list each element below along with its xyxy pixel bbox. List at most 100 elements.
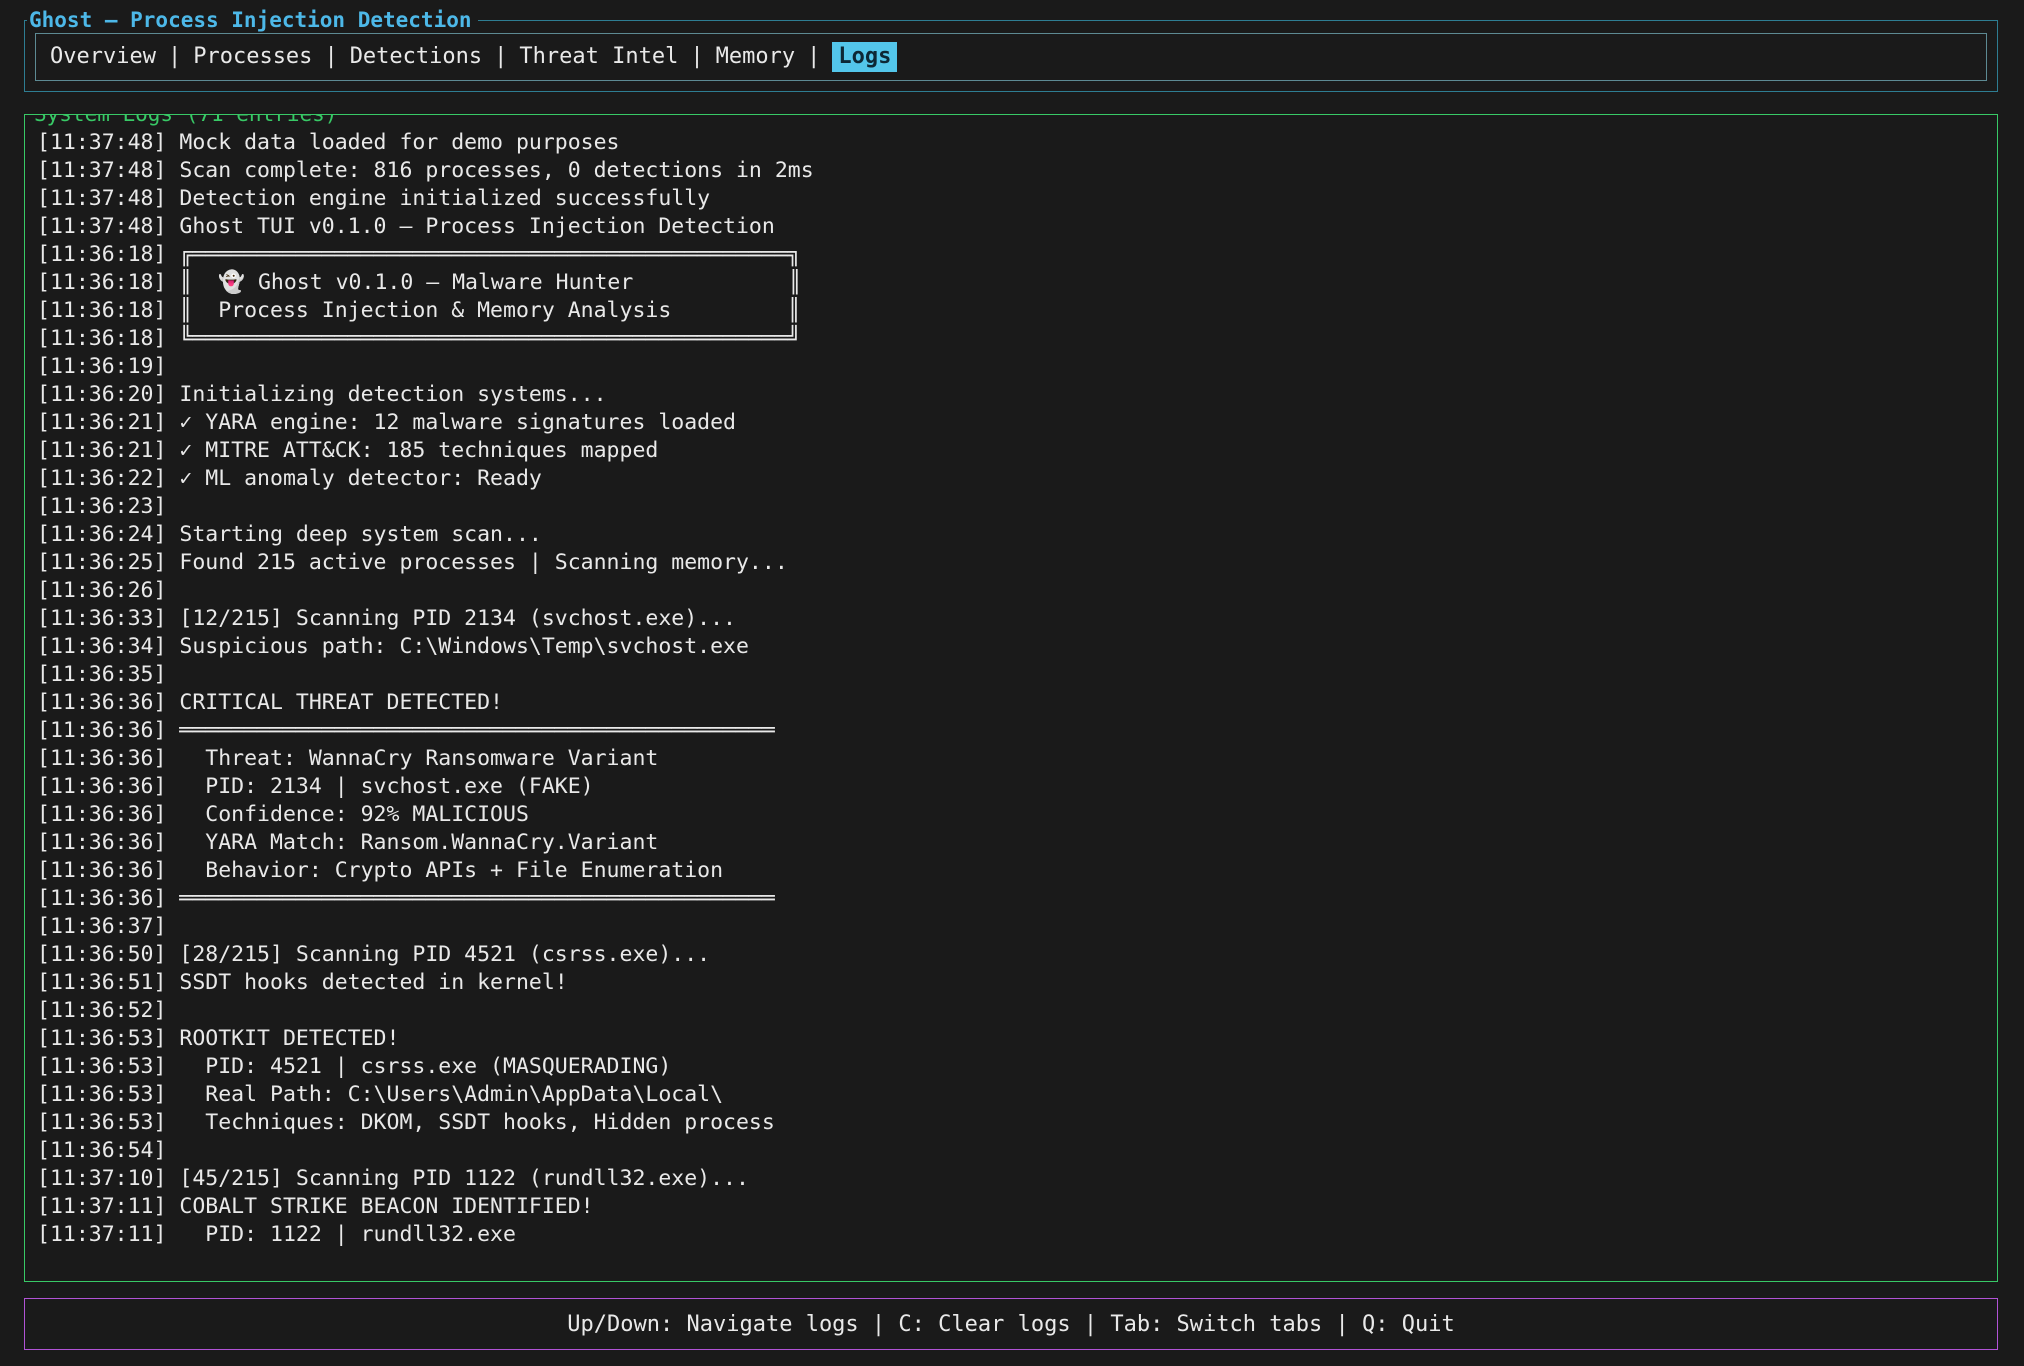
log-message: CRITICAL THREAT DETECTED!	[166, 690, 503, 715]
log-message: PID: 4521 | csrss.exe (MASQUERADING)	[166, 1054, 671, 1079]
log-list[interactable]: [11:37:48] Mock data loaded for demo pur…	[37, 129, 1989, 1273]
log-timestamp: [11:36:36]	[37, 718, 166, 743]
log-line: [11:36:37]	[37, 913, 1989, 941]
log-timestamp: [11:36:24]	[37, 522, 166, 547]
tab-bar: Overview|Processes|Detections|Threat Int…	[35, 33, 1987, 81]
log-timestamp: [11:36:53]	[37, 1110, 166, 1135]
log-message: SSDT hooks detected in kernel!	[166, 970, 567, 995]
log-timestamp: [11:36:33]	[37, 606, 166, 631]
log-message: Confidence: 92% MALICIOUS	[166, 802, 528, 827]
log-line: [11:37:11] COBALT STRIKE BEACON IDENTIFI…	[37, 1193, 1989, 1221]
tab-detections[interactable]: Detections	[350, 42, 482, 72]
log-message: Scan complete: 816 processes, 0 detectio…	[166, 158, 813, 183]
log-message: Threat: WannaCry Ransomware Variant	[166, 746, 658, 771]
tab-overview[interactable]: Overview	[50, 42, 156, 72]
log-line: [11:36:23]	[37, 493, 1989, 521]
log-timestamp: [11:37:48]	[37, 130, 166, 155]
tab-threat-intel[interactable]: Threat Intel	[519, 42, 678, 72]
log-timestamp: [11:36:53]	[37, 1054, 166, 1079]
log-line: [11:37:48] Ghost TUI v0.1.0 — Process In…	[37, 213, 1989, 241]
log-message: ════════════════════════════════════════…	[166, 886, 774, 911]
log-line: [11:37:11] PID: 1122 | rundll32.exe	[37, 1221, 1989, 1249]
tab-memory[interactable]: Memory	[716, 42, 795, 72]
log-timestamp: [11:37:10]	[37, 1166, 166, 1191]
help-text: Up/Down: Navigate logs | C: Clear logs |…	[567, 1312, 1454, 1337]
log-message: Initializing detection systems...	[166, 382, 606, 407]
log-line: [11:36:20] Initializing detection system…	[37, 381, 1989, 409]
log-line: [11:36:21] ✓ YARA engine: 12 malware sig…	[37, 409, 1989, 437]
log-message: ✓ MITRE ATT&CK: 185 techniques mapped	[166, 438, 658, 463]
log-line: [11:36:36] ═════════════════════════════…	[37, 717, 1989, 745]
log-line: [11:36:36] Threat: WannaCry Ransomware V…	[37, 745, 1989, 773]
tab-processes[interactable]: Processes	[193, 42, 312, 72]
log-message: ROOTKIT DETECTED!	[166, 1026, 399, 1051]
tab-logs[interactable]: Logs	[832, 42, 897, 72]
tab-separator: |	[678, 42, 715, 72]
log-message: ✓ YARA engine: 12 malware signatures loa…	[166, 410, 736, 435]
log-timestamp: [11:36:20]	[37, 382, 166, 407]
log-line: [11:36:52]	[37, 997, 1989, 1025]
log-timestamp: [11:37:11]	[37, 1194, 166, 1219]
log-message: [28/215] Scanning PID 4521 (csrss.exe)..…	[166, 942, 710, 967]
log-line: [11:36:36] YARA Match: Ransom.WannaCry.V…	[37, 829, 1989, 857]
system-logs-panel: System Logs (71 entries) [11:37:48] Mock…	[24, 114, 1998, 1282]
log-timestamp: [11:36:21]	[37, 438, 166, 463]
log-timestamp: [11:36:36]	[37, 746, 166, 771]
log-line: [11:36:22] ✓ ML anomaly detector: Ready	[37, 465, 1989, 493]
log-message: PID: 2134 | svchost.exe (FAKE)	[166, 774, 593, 799]
log-message: Behavior: Crypto APIs + File Enumeration	[166, 858, 723, 883]
log-line: [11:37:10] [45/215] Scanning PID 1122 (r…	[37, 1165, 1989, 1193]
log-timestamp: [11:36:53]	[37, 1026, 166, 1051]
log-timestamp: [11:37:48]	[37, 158, 166, 183]
log-message: ════════════════════════════════════════…	[166, 718, 774, 743]
log-line: [11:36:36] PID: 2134 | svchost.exe (FAKE…	[37, 773, 1989, 801]
log-timestamp: [11:36:36]	[37, 830, 166, 855]
log-message: Found 215 active processes | Scanning me…	[166, 550, 787, 575]
log-message: [45/215] Scanning PID 1122 (rundll32.exe…	[166, 1166, 748, 1191]
log-line: [11:37:48] Mock data loaded for demo pur…	[37, 129, 1989, 157]
log-message	[166, 914, 179, 939]
log-timestamp: [11:36:36]	[37, 802, 166, 827]
log-message: Ghost TUI v0.1.0 — Process Injection Det…	[166, 214, 774, 239]
log-line: [11:36:33] [12/215] Scanning PID 2134 (s…	[37, 605, 1989, 633]
log-timestamp: [11:36:18]	[37, 298, 166, 323]
log-line: [11:36:54]	[37, 1137, 1989, 1165]
log-timestamp: [11:36:36]	[37, 886, 166, 911]
log-message	[166, 662, 179, 687]
log-line: [11:36:50] [28/215] Scanning PID 4521 (c…	[37, 941, 1989, 969]
log-message: Starting deep system scan...	[166, 522, 541, 547]
log-line: [11:36:36] ═════════════════════════════…	[37, 885, 1989, 913]
log-message: ╔═══════════════════════════════════════…	[166, 242, 800, 267]
log-timestamp: [11:36:36]	[37, 690, 166, 715]
help-bar: Up/Down: Navigate logs | C: Clear logs |…	[24, 1298, 1998, 1350]
log-line: [11:36:36] CRITICAL THREAT DETECTED!	[37, 689, 1989, 717]
log-timestamp: [11:36:53]	[37, 1082, 166, 1107]
log-line: [11:36:25] Found 215 active processes | …	[37, 549, 1989, 577]
tab-separator: |	[156, 42, 193, 72]
tab-separator: |	[795, 42, 832, 72]
log-line: [11:36:19]	[37, 353, 1989, 381]
log-message: Detection engine initialized successfull…	[166, 186, 710, 211]
log-line: [11:36:51] SSDT hooks detected in kernel…	[37, 969, 1989, 997]
log-message: Suspicious path: C:\Windows\Temp\svchost…	[166, 634, 748, 659]
log-line: [11:36:18] ║ 👻 Ghost v0.1.0 — Malware Hu…	[37, 269, 1989, 297]
log-timestamp: [11:36:52]	[37, 998, 166, 1023]
log-line: [11:36:21] ✓ MITRE ATT&CK: 185 technique…	[37, 437, 1989, 465]
log-timestamp: [11:36:26]	[37, 578, 166, 603]
log-timestamp: [11:36:50]	[37, 942, 166, 967]
log-message: ✓ ML anomaly detector: Ready	[166, 466, 541, 491]
log-timestamp: [11:36:18]	[37, 242, 166, 267]
header-panel: Ghost — Process Injection Detection Over…	[24, 20, 1998, 92]
log-message	[166, 998, 179, 1023]
tab-separator: |	[312, 42, 349, 72]
log-line: [11:36:18] ╚════════════════════════════…	[37, 325, 1989, 353]
log-line: [11:36:36] Behavior: Crypto APIs + File …	[37, 857, 1989, 885]
log-line: [11:37:48] Detection engine initialized …	[37, 185, 1989, 213]
log-line: [11:37:48] Scan complete: 816 processes,…	[37, 157, 1989, 185]
log-timestamp: [11:36:51]	[37, 970, 166, 995]
log-timestamp: [11:36:22]	[37, 466, 166, 491]
log-timestamp: [11:36:36]	[37, 774, 166, 799]
log-message: ╚═══════════════════════════════════════…	[166, 326, 800, 351]
log-line: [11:36:34] Suspicious path: C:\Windows\T…	[37, 633, 1989, 661]
log-line: [11:36:18] ║ Process Injection & Memory …	[37, 297, 1989, 325]
